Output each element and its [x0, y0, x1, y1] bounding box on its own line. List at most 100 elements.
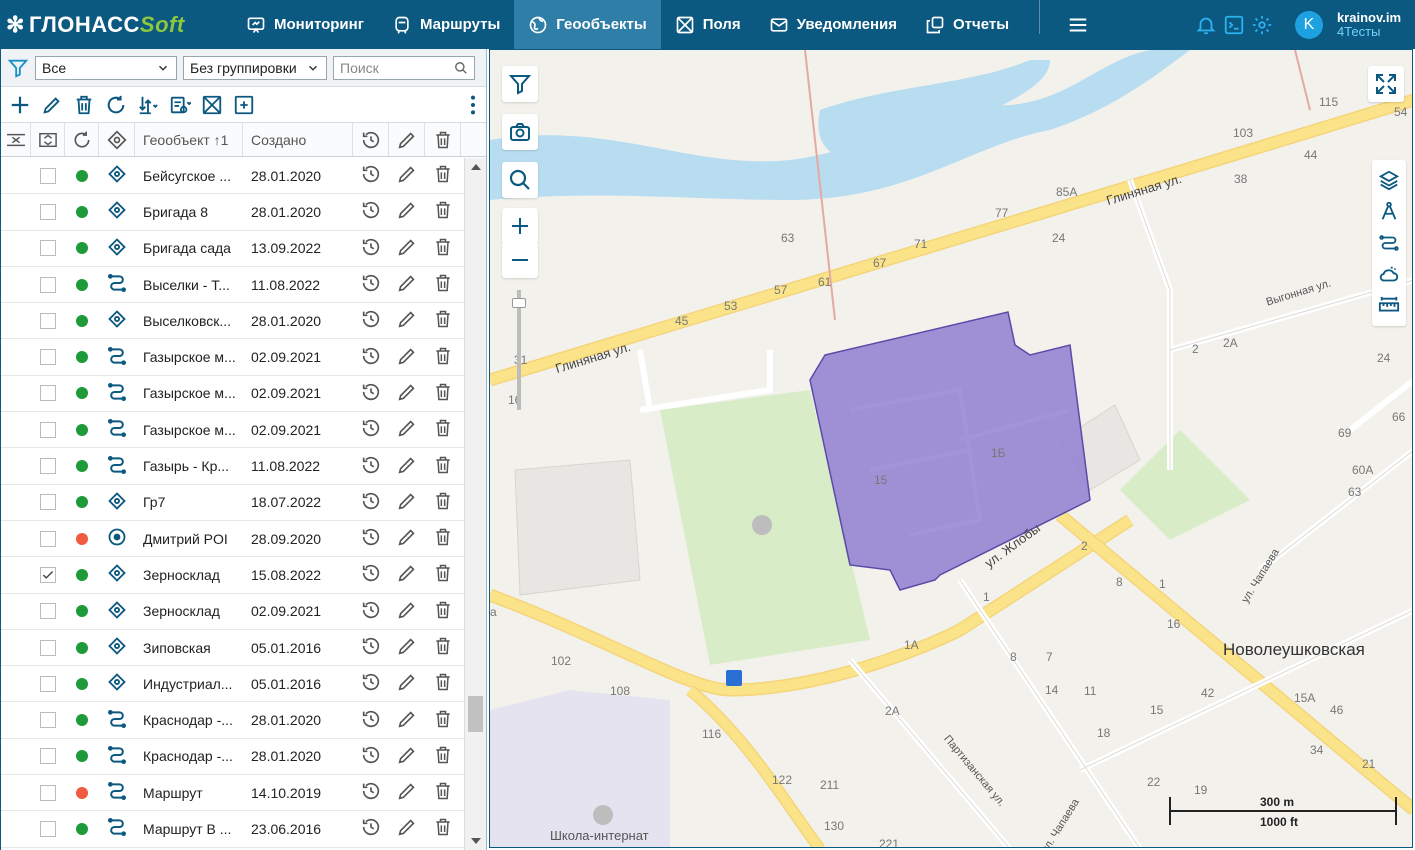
delete-icon[interactable] [73, 94, 95, 116]
row-checkbox[interactable] [40, 276, 56, 293]
row-name-cell[interactable]: Выселковск... [135, 303, 243, 338]
row-checkbox[interactable] [40, 566, 56, 583]
table-row[interactable]: Гр7 18.07.2022 [1, 485, 465, 521]
nav-fields[interactable]: Поля [661, 0, 755, 49]
row-delete-button[interactable] [425, 630, 461, 665]
table-scrollbar[interactable] [464, 158, 486, 850]
row-checkbox-cell[interactable] [31, 521, 65, 556]
row-delete-button[interactable] [425, 303, 461, 338]
scroll-up-arrow[interactable] [471, 164, 481, 170]
row-checkbox-cell[interactable] [31, 448, 65, 483]
gear-icon[interactable] [1251, 14, 1273, 36]
row-checkbox-cell[interactable] [31, 158, 65, 193]
row-checkbox-cell[interactable] [31, 267, 65, 302]
zoom-slider-knob[interactable] [512, 298, 526, 308]
compass-draw-icon[interactable] [1378, 200, 1400, 222]
row-checkbox[interactable] [40, 530, 56, 547]
row-delete-button[interactable] [425, 376, 461, 411]
row-edit-button[interactable] [389, 775, 425, 810]
weather-icon[interactable] [1378, 264, 1400, 286]
row-history-button[interactable] [353, 594, 389, 629]
row-checkbox[interactable] [40, 203, 56, 220]
table-row[interactable]: Зерносклад 02.09.2021 [1, 594, 465, 630]
row-checkbox[interactable] [40, 349, 56, 366]
geoobject-column-header[interactable]: Геообъект ↑1 [135, 123, 243, 156]
row-checkbox[interactable] [40, 639, 56, 656]
table-row[interactable]: Краснодар -... 28.01.2020 [1, 702, 465, 739]
nav-notifications[interactable]: Уведомления [755, 0, 911, 49]
table-row[interactable]: Газырское м... 02.09.2021 [1, 412, 465, 449]
route-builder-icon[interactable] [1378, 232, 1400, 254]
row-name-cell[interactable]: Зерносклад [135, 557, 243, 592]
edit-icon[interactable] [41, 94, 63, 116]
import-export-icon[interactable] [137, 94, 159, 116]
map-view[interactable]: Глиняная ул. Глиняная ул. ул. Жлобы Выго… [489, 49, 1413, 848]
row-checkbox-cell[interactable] [31, 194, 65, 229]
nav-reports[interactable]: Отчеты [911, 0, 1023, 49]
row-history-button[interactable] [353, 194, 389, 229]
zoom-in-button[interactable] [502, 208, 538, 244]
row-name-cell[interactable]: Бригада 8 [135, 194, 243, 229]
row-checkbox-cell[interactable] [31, 739, 65, 774]
more-vertical-icon[interactable] [468, 94, 478, 116]
row-history-button[interactable] [353, 666, 389, 701]
table-row[interactable]: Индустриал... 05.01.2016 [1, 666, 465, 703]
table-row[interactable]: Бейсугское ... 28.01.2020 [1, 158, 465, 195]
row-checkbox[interactable] [40, 312, 56, 329]
row-edit-button[interactable] [389, 630, 425, 665]
row-delete-button[interactable] [425, 158, 461, 193]
row-edit-button[interactable] [389, 412, 425, 447]
row-delete-button[interactable] [425, 448, 461, 483]
row-edit-button[interactable] [389, 267, 425, 302]
row-history-button[interactable] [353, 158, 389, 193]
nav-monitoring[interactable]: Мониторинг [232, 0, 378, 49]
row-delete-button[interactable] [425, 485, 461, 520]
map-filter-button[interactable] [502, 66, 538, 102]
row-checkbox[interactable] [40, 820, 56, 837]
search-input[interactable]: Поиск [333, 55, 475, 80]
terminal-icon[interactable] [1223, 14, 1245, 36]
filter-icon[interactable] [7, 57, 29, 79]
table-row[interactable]: Газырское м... 02.09.2021 [1, 339, 465, 376]
row-history-button[interactable] [353, 303, 389, 338]
table-row[interactable]: Выселки - Т... 11.08.2022 [1, 267, 465, 304]
row-checkbox-cell[interactable] [31, 630, 65, 665]
row-checkbox[interactable] [40, 167, 56, 184]
row-edit-button[interactable] [389, 303, 425, 338]
row-checkbox-cell[interactable] [31, 702, 65, 737]
row-edit-button[interactable] [389, 194, 425, 229]
row-delete-button[interactable] [425, 267, 461, 302]
row-edit-button[interactable] [389, 594, 425, 629]
row-history-button[interactable] [353, 775, 389, 810]
row-delete-button[interactable] [425, 521, 461, 556]
hamburger-menu-button[interactable] [1056, 0, 1100, 49]
row-delete-button[interactable] [425, 194, 461, 229]
row-history-button[interactable] [353, 811, 389, 846]
row-edit-button[interactable] [389, 231, 425, 266]
row-name-cell[interactable]: Гр7 [135, 485, 243, 520]
row-history-button[interactable] [353, 412, 389, 447]
expand-header[interactable] [31, 123, 65, 156]
row-delete-button[interactable] [425, 775, 461, 810]
row-checkbox-cell[interactable] [31, 775, 65, 810]
map-search-button[interactable] [502, 162, 538, 198]
table-row[interactable]: Зиповская 05.01.2016 [1, 630, 465, 667]
row-name-cell[interactable]: Маршрут [135, 775, 243, 810]
row-checkbox[interactable] [40, 385, 56, 402]
type-column-header[interactable] [99, 123, 135, 156]
row-checkbox[interactable] [40, 458, 56, 475]
fields-tool-icon[interactable] [201, 94, 223, 116]
user-info[interactable]: krainov.im 4Тесты [1337, 11, 1405, 39]
row-checkbox-cell[interactable] [31, 485, 65, 520]
layers-icon[interactable] [1378, 169, 1400, 191]
row-edit-button[interactable] [389, 376, 425, 411]
row-edit-button[interactable] [389, 448, 425, 483]
table-row[interactable]: Зерносклад 15.08.2022 [1, 557, 465, 594]
avatar[interactable]: K [1294, 10, 1323, 39]
row-history-button[interactable] [353, 339, 389, 374]
row-name-cell[interactable]: Газырское м... [135, 412, 243, 447]
scroll-down-arrow[interactable] [471, 838, 481, 844]
row-checkbox-cell[interactable] [31, 557, 65, 592]
row-delete-button[interactable] [425, 339, 461, 374]
row-edit-button[interactable] [389, 739, 425, 774]
